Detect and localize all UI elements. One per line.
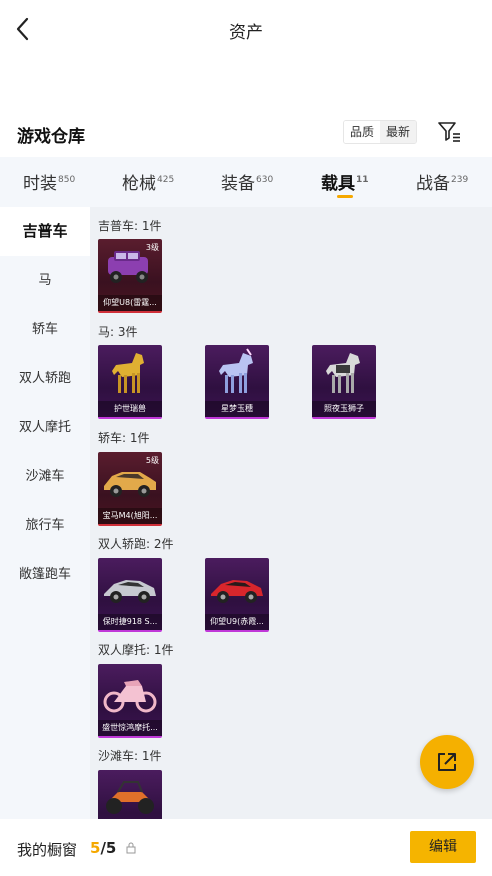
tab-label: 时装 — [23, 174, 57, 194]
item-card[interactable]: 盛世惊鸿摩托... — [98, 664, 162, 738]
group-label-buggy: 沙滩车: 1件 — [98, 749, 162, 763]
sort-latest-option[interactable]: 最新 — [380, 121, 417, 143]
tab-count: 11 — [356, 175, 369, 185]
tab-equipment[interactable]: 装备630 — [221, 169, 273, 194]
tab-count: 850 — [58, 175, 76, 185]
item-level: 5级 — [145, 456, 159, 465]
sidebar-item-buggy[interactable]: 沙滩车 — [0, 452, 90, 501]
group-label-motorbike: 双人摩托: 1件 — [98, 643, 174, 657]
tab-vehicles[interactable]: 载具11 — [321, 169, 369, 194]
edit-button[interactable]: 编辑 — [410, 831, 476, 863]
group-label-coupe: 双人轿跑: 2件 — [98, 537, 174, 551]
sidebar-item-convertible[interactable]: 敞篷跑车 — [0, 550, 90, 599]
tab-count: 630 — [256, 175, 274, 185]
item-card[interactable]: 护世瑞兽 — [98, 345, 162, 419]
top-bar: 资产 — [0, 0, 492, 58]
share-external-icon — [438, 753, 456, 771]
pink-motorbike-icon — [103, 680, 157, 713]
vehicle-type-sidebar: 吉普车 马 轿车 双人轿跑 双人摩托 沙滩车 旅行车 敞篷跑车 — [0, 207, 90, 819]
item-card[interactable] — [98, 770, 162, 819]
item-card[interactable]: 5级 宝马M4(旭阳... — [98, 452, 162, 526]
silver-coupe-icon — [104, 580, 156, 603]
item-name: 照夜玉狮子 — [312, 401, 376, 417]
page-title: 资产 — [229, 23, 263, 43]
bottom-bar: 我的橱窗 5/5 编辑 — [0, 819, 492, 876]
showcase-count: 5/5 — [90, 839, 116, 857]
group-label-horse: 马: 3件 — [98, 325, 138, 339]
tab-fashion[interactable]: 时装850 — [23, 169, 75, 194]
item-card[interactable]: 3级 仰望U8(雷霆... — [98, 239, 162, 313]
category-tabs: 时装850 枪械425 装备630 载具11 战备239 — [0, 157, 492, 207]
tab-count: 425 — [157, 175, 175, 185]
tab-label: 装备 — [221, 174, 255, 194]
item-card[interactable]: 仰望U9(赤霞... — [205, 558, 269, 632]
item-name: 护世瑞兽 — [98, 401, 162, 417]
section-title: 游戏仓库 — [17, 127, 85, 147]
sidebar-item-jeep[interactable]: 吉普车 — [0, 207, 90, 256]
sidebar-item-coupe[interactable]: 双人轿跑 — [0, 354, 90, 403]
showcase-current: 5 — [90, 839, 101, 857]
red-coupe-icon — [211, 580, 263, 603]
showcase-label: 我的橱窗 — [17, 841, 78, 859]
tab-label: 枪械 — [122, 174, 156, 194]
item-name: 保时捷918 S... — [98, 614, 162, 630]
group-label-jeep: 吉普车: 1件 — [98, 219, 162, 233]
armored-horse-icon — [326, 353, 360, 393]
tab-firearms[interactable]: 枪械425 — [122, 169, 174, 194]
sidebar-item-wagon[interactable]: 旅行车 — [0, 501, 90, 550]
showcase-total: 5 — [105, 839, 117, 857]
sort-quality-option[interactable]: 品质 — [344, 121, 381, 143]
item-name: 盛世惊鸿摩托... — [98, 720, 162, 736]
unicorn-icon — [219, 348, 253, 393]
active-tab-indicator — [337, 195, 353, 198]
sidebar-item-motorbike[interactable]: 双人摩托 — [0, 403, 90, 452]
filter-icon — [438, 122, 460, 142]
tab-label: 战备 — [416, 174, 450, 194]
item-name: 仰望U9(赤霞... — [205, 614, 269, 630]
item-card[interactable]: 星梦玉穗 — [205, 345, 269, 419]
item-card[interactable]: 保时捷918 S... — [98, 558, 162, 632]
item-name: 星梦玉穗 — [205, 401, 269, 417]
item-card[interactable]: 照夜玉狮子 — [312, 345, 376, 419]
group-label-sedan: 轿车: 1件 — [98, 431, 150, 445]
tab-count: 239 — [451, 175, 469, 185]
item-name: 仰望U8(雷霆... — [98, 295, 162, 311]
buggy-icon — [106, 781, 154, 814]
tab-supplies[interactable]: 战备239 — [416, 169, 468, 194]
sidebar-item-horse[interactable]: 马 — [0, 256, 90, 305]
sort-toggle: 品质 最新 — [343, 120, 418, 144]
inventory-list: 吉普车: 1件 3级 仰望U8(雷霆... 马: 3件 护世瑞兽 星梦玉穗 照夜… — [90, 207, 492, 819]
share-fab-button[interactable] — [420, 735, 474, 789]
gold-horse-icon — [112, 353, 144, 393]
item-level: 3级 — [145, 243, 159, 252]
filter-button[interactable] — [436, 118, 462, 144]
lock-icon — [126, 842, 136, 854]
sidebar-item-sedan[interactable]: 轿车 — [0, 305, 90, 354]
item-name: 宝马M4(旭阳... — [98, 508, 162, 524]
tab-label: 载具 — [321, 174, 355, 194]
